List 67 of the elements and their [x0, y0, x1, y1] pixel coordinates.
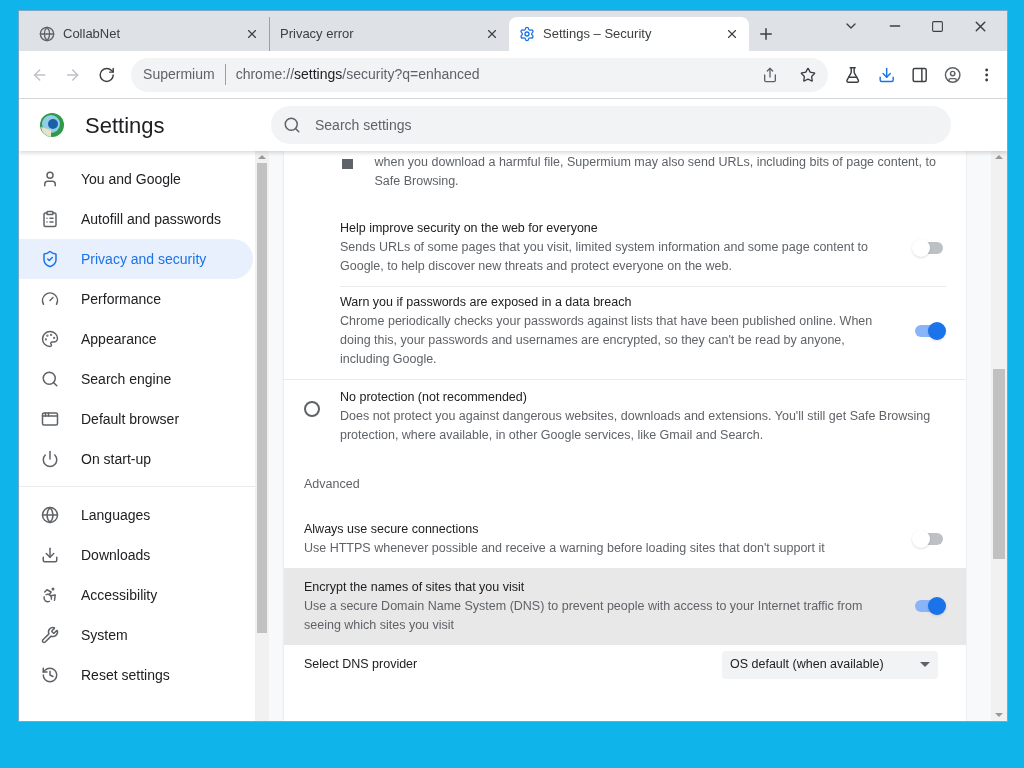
wrench-icon: [41, 626, 59, 644]
history-icon: [41, 666, 59, 684]
profile-icon[interactable]: [944, 65, 962, 84]
url-text: chrome://settings/security?q=enhanced: [235, 65, 481, 84]
setting-description: Use HTTPS whenever possible and receive a warning before loading sites that don't support it: [304, 539, 826, 557]
radio-button[interactable]: [304, 401, 320, 417]
description-text: when you download a harmful file, Supermium may also send URLs, including bits of page content, to Safe Browsing.: [374, 154, 937, 190]
setting-title: Always use secure connections: [304, 520, 480, 538]
sidebar-item[interactable]: On start-up: [19, 439, 253, 479]
side-panel-icon[interactable]: [910, 65, 929, 84]
sidebar-item[interactable]: You and Google: [19, 159, 253, 199]
content-scrollbar[interactable]: [991, 151, 1007, 721]
address-bar[interactable]: Supermium chrome://settings/security?q=enhanced: [131, 57, 829, 92]
setting-title: Warn you if passwords are exposed in a data breach: [340, 294, 633, 311]
clipboard-icon: [41, 210, 59, 228]
gear-icon: [519, 26, 535, 42]
search-icon: [41, 370, 59, 388]
sidebar-scrollbar[interactable]: [255, 151, 269, 721]
person-icon: [41, 170, 59, 188]
share-icon[interactable]: [762, 66, 779, 83]
site-name: Supermium: [143, 64, 226, 85]
dns-label: Select DNS provider: [304, 656, 419, 674]
download-icon: [41, 546, 59, 564]
option-title: No protection (not recommended): [340, 389, 528, 406]
power-icon: [41, 450, 59, 468]
sidebar-item[interactable]: Languages: [19, 495, 253, 535]
setting-title: Encrypt the names of sites that you visit: [304, 578, 526, 596]
search-field[interactable]: Search settings: [271, 106, 951, 144]
palette-icon: [41, 330, 59, 348]
reload-icon[interactable]: [97, 65, 116, 84]
option-description: Does not protect you against dangerous websites, downloads and extensions. You'll still get Safe Browsing protection, where available, in other Google services, like Gmail and Search.: [340, 408, 932, 444]
sidebar-item[interactable]: Performance: [19, 279, 253, 319]
accessibility-icon: [41, 586, 59, 604]
sidebar-item[interactable]: System: [19, 615, 253, 655]
globe-icon: [39, 26, 55, 42]
sidebar-item[interactable]: Privacy and security: [19, 239, 253, 279]
sidebar-item[interactable]: Downloads: [19, 535, 253, 575]
setting-description: Chrome periodically checks your passwords against lists that have been published online. When doing this, your passwords and usernames are encrypted, so they can't be read by anyone, including Google.: [340, 313, 874, 368]
setting-description: Use a secure Domain Name System (DNS) to prevent people with access to your Internet traffic from seeing which sites you visit: [304, 597, 864, 634]
download-icon[interactable]: [877, 65, 895, 84]
close-icon[interactable]: [245, 27, 259, 41]
browser-tab[interactable]: Settings – Security: [509, 17, 749, 51]
section-heading: Advanced: [303, 476, 361, 493]
sidebar-item[interactable]: Reset settings: [19, 655, 253, 695]
caret-icon: [920, 662, 930, 668]
maximize-icon[interactable]: [931, 19, 944, 33]
dns-provider-dropdown[interactable]: OS default (when available): [722, 650, 938, 679]
close-icon[interactable]: [725, 27, 739, 41]
bookmark-star-icon[interactable]: [800, 66, 817, 83]
browser-window-icon: [41, 410, 59, 428]
shield-icon: [41, 250, 59, 268]
setting-description: Sends URLs of some pages that you visit, limited system information and some page content to Google, to help discover new threats and protect everyone on the web.: [340, 239, 870, 275]
globe-icon: [41, 506, 59, 524]
flask-icon[interactable]: [844, 65, 862, 84]
sidebar-item[interactable]: Accessibility: [19, 575, 253, 615]
search-icon: [283, 116, 301, 134]
logo-icon: [39, 112, 65, 138]
new-tab-icon[interactable]: [757, 25, 775, 43]
settings-title: Settings: [85, 111, 166, 140]
sidebar-item[interactable]: Autofill and passwords: [19, 199, 253, 239]
sidebar-item[interactable]: Appearance: [19, 319, 253, 359]
browser-tab[interactable]: CollabNet: [29, 17, 269, 51]
sidebar-item[interactable]: Default browser: [19, 399, 253, 439]
sidebar-item[interactable]: Search engine: [19, 359, 253, 399]
close-icon[interactable]: [485, 27, 499, 41]
setting-title: Help improve security on the web for everyone: [340, 220, 599, 237]
gauge-icon: [41, 290, 59, 308]
